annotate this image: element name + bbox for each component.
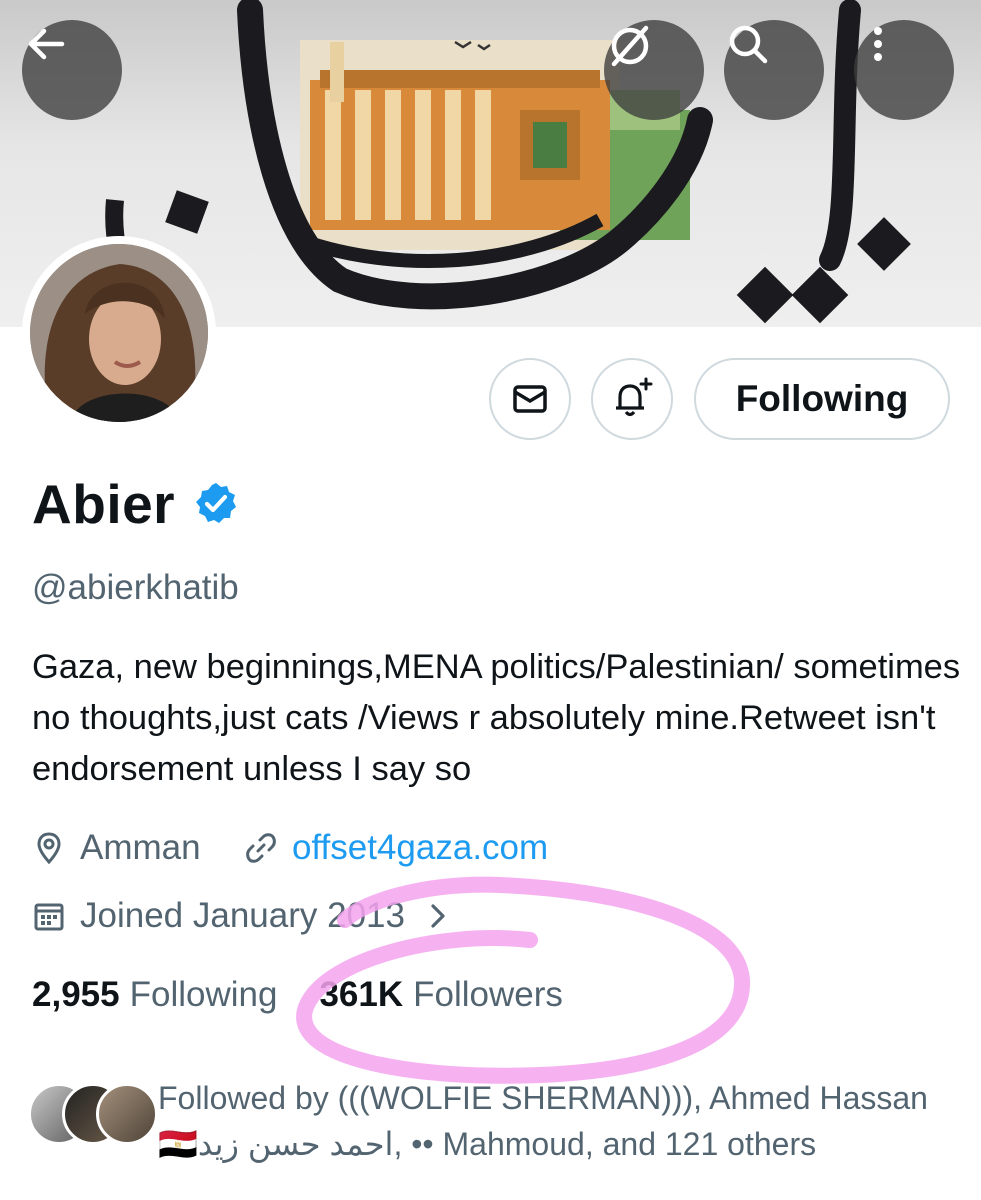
- joined-row[interactable]: Joined January 2013: [32, 896, 451, 936]
- search-button[interactable]: [724, 20, 824, 120]
- followed-by-line-1: Followed by (((WOLFIE SHERMAN))), Ahmed …: [158, 1080, 928, 1116]
- joined-text: Joined January 2013: [80, 896, 405, 935]
- more-button[interactable]: [854, 20, 954, 120]
- search-icon: [729, 25, 768, 64]
- arrow-left-icon: [28, 28, 65, 60]
- follower-avatar: [96, 1083, 158, 1145]
- followed-by-line-2: 🇪🇬احمد حسن زيد, •• Mahmoud, and 121 othe…: [158, 1126, 817, 1162]
- location-pin-icon: [37, 832, 61, 865]
- profile-avatar[interactable]: [22, 236, 216, 430]
- following-stat[interactable]: 2,955 Following: [32, 975, 277, 1015]
- website-row[interactable]: offset4gaza.com: [244, 828, 548, 868]
- link-icon: [246, 833, 276, 863]
- avatar-photo: [30, 244, 208, 422]
- following-button[interactable]: Following: [694, 358, 950, 440]
- more-vertical-icon: [874, 27, 882, 61]
- bell-plus-icon: [616, 377, 653, 417]
- grok-icon: [611, 25, 649, 67]
- followers-count: 361K: [319, 975, 404, 1014]
- follow-stats: 2,955 Following 361K Followers: [32, 975, 563, 1015]
- following-count: 2,955: [32, 975, 120, 1014]
- back-button[interactable]: [22, 20, 122, 120]
- profile-bio: Gaza, new beginnings,MENA politics/Pales…: [32, 648, 961, 788]
- envelope-icon: [513, 385, 547, 413]
- following-label: Following: [129, 975, 278, 1014]
- chevron-right-icon: [431, 904, 445, 928]
- website-link[interactable]: offset4gaza.com: [292, 828, 548, 868]
- profile-name-row: Abier: [32, 472, 239, 536]
- followers-stat[interactable]: 361K Followers: [319, 975, 562, 1015]
- location-row: Amman: [32, 828, 201, 868]
- followers-label: Followers: [413, 975, 563, 1014]
- followed-by-text: Followed by (((WOLFIE SHERMAN))), Ahmed …: [158, 1075, 981, 1167]
- calendar-icon: [34, 903, 64, 931]
- verified-badge-icon: [196, 483, 237, 523]
- display-name: Abier: [32, 473, 176, 535]
- profile-handle: @abierkhatib: [32, 568, 239, 607]
- notify-button[interactable]: [591, 358, 673, 440]
- message-button[interactable]: [489, 358, 571, 440]
- location-text: Amman: [80, 828, 201, 867]
- grok-button[interactable]: [604, 20, 704, 120]
